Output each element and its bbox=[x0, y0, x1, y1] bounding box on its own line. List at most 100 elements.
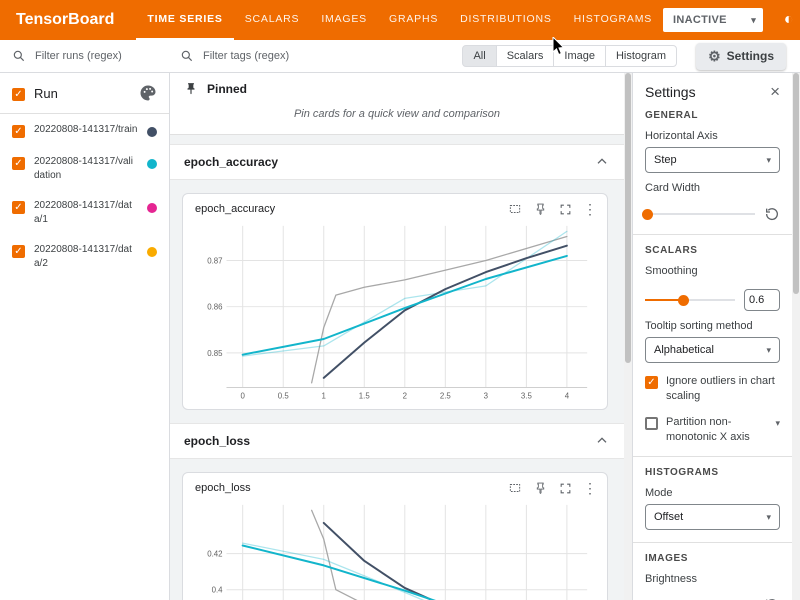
panel-scrollbar-thumb[interactable] bbox=[793, 73, 799, 294]
runs-header-label: Run bbox=[34, 86, 130, 101]
svg-text:0: 0 bbox=[241, 391, 246, 400]
main-scrollbar[interactable] bbox=[624, 73, 632, 600]
run-color-dot bbox=[147, 203, 157, 213]
svg-text:0.85: 0.85 bbox=[207, 349, 223, 358]
slider-thumb[interactable] bbox=[642, 209, 653, 220]
cards-main-area: Pinned Pin cards for a quick view and co… bbox=[170, 73, 632, 600]
filter-tags-input[interactable] bbox=[201, 49, 455, 63]
histogram-mode-select[interactable]: Offset ▾ bbox=[645, 504, 780, 530]
chip-image[interactable]: Image bbox=[553, 45, 606, 67]
chip-scalars[interactable]: Scalars bbox=[496, 45, 555, 67]
search-icon bbox=[12, 49, 26, 63]
fullscreen-icon[interactable] bbox=[558, 202, 572, 216]
pin-card-icon[interactable] bbox=[533, 202, 547, 216]
select-all-runs-checkbox[interactable]: ✓ bbox=[12, 88, 25, 101]
tab-time-series[interactable]: TIME SERIES bbox=[136, 0, 233, 40]
card-width-label: Card Width bbox=[645, 182, 780, 194]
run-label: 20220808-141317/data/2 bbox=[34, 243, 138, 270]
slider-thumb[interactable] bbox=[678, 295, 689, 306]
ignore-outliers-label: Ignore outliers in chart scaling bbox=[666, 374, 780, 404]
epoch-accuracy-chart[interactable]: 00.511.522.533.540.850.860.87 bbox=[191, 218, 599, 405]
reload-status-dropdown[interactable]: INACTIVE ▾ bbox=[663, 8, 763, 32]
partition-x-axis-checkbox[interactable] bbox=[645, 417, 658, 430]
filter-tags-box: All Scalars Image Histogram ⚙ Settings bbox=[170, 43, 800, 70]
fullscreen-icon[interactable] bbox=[558, 481, 572, 495]
more-options-icon[interactable]: ⋮ bbox=[583, 481, 597, 495]
run-label: 20220808-141317/validation bbox=[34, 155, 138, 182]
more-options-icon[interactable]: ⋮ bbox=[583, 202, 597, 216]
filter-runs-input[interactable] bbox=[33, 49, 158, 63]
smoothing-slider[interactable] bbox=[645, 294, 735, 306]
epoch-loss-chart[interactable]: 00.511.522.533.540.360.380.40.42 bbox=[191, 497, 599, 600]
reload-status-value: INACTIVE bbox=[673, 14, 727, 26]
filter-toolbar: All Scalars Image Histogram ⚙ Settings bbox=[0, 40, 800, 73]
chip-histogram[interactable]: Histogram bbox=[605, 45, 677, 67]
partition-x-axis-label: Partition non-monotonic X axis bbox=[666, 415, 767, 445]
tensorboard-app: TensorBoard TIME SERIES SCALARS IMAGES G… bbox=[0, 0, 800, 600]
run-checkbox[interactable]: ✓ bbox=[12, 201, 25, 214]
reset-icon[interactable] bbox=[764, 206, 780, 222]
run-color-dot bbox=[147, 127, 157, 137]
dark-mode-toggle-icon[interactable]: ◐ bbox=[775, 7, 800, 34]
svg-text:0.42: 0.42 bbox=[207, 550, 222, 559]
runs-sidebar: ✓ Run ✓ 20220808-141317/train ✓ 20220808… bbox=[0, 73, 170, 600]
svg-text:2: 2 bbox=[403, 391, 407, 400]
tooltip-sorting-value: Alphabetical bbox=[654, 344, 714, 356]
tab-histograms[interactable]: HISTOGRAMS bbox=[563, 0, 663, 40]
partition-x-axis-row[interactable]: Partition non-monotonic X axis ▾ bbox=[645, 415, 780, 445]
fit-to-domain-icon[interactable] bbox=[508, 202, 522, 216]
settings-button[interactable]: ⚙ Settings bbox=[696, 43, 786, 70]
ignore-outliers-row[interactable]: ✓ Ignore outliers in chart scaling bbox=[645, 374, 780, 404]
panel-scrollbar[interactable] bbox=[792, 73, 800, 600]
run-row-train[interactable]: ✓ 20220808-141317/train bbox=[0, 114, 169, 146]
tab-images[interactable]: IMAGES bbox=[310, 0, 378, 40]
svg-text:4: 4 bbox=[565, 391, 570, 400]
svg-text:3.5: 3.5 bbox=[521, 391, 533, 400]
pinned-section: Pinned Pin cards for a quick view and co… bbox=[170, 73, 624, 135]
svg-text:0.87: 0.87 bbox=[207, 256, 222, 265]
tab-distributions[interactable]: DISTRIBUTIONS bbox=[449, 0, 563, 40]
tooltip-sorting-select[interactable]: Alphabetical ▾ bbox=[645, 337, 780, 363]
collapse-icon[interactable] bbox=[594, 154, 610, 170]
run-row-data-1[interactable]: ✓ 20220808-141317/data/1 bbox=[0, 190, 169, 234]
svg-text:3: 3 bbox=[484, 391, 489, 400]
histogram-mode-value: Offset bbox=[654, 511, 683, 523]
palette-icon[interactable] bbox=[139, 84, 157, 102]
chevron-down-icon: ▾ bbox=[775, 417, 780, 429]
section-header-epoch-loss[interactable]: epoch_loss bbox=[170, 423, 624, 459]
chevron-down-icon: ▾ bbox=[766, 512, 771, 523]
run-row-data-2[interactable]: ✓ 20220808-141317/data/2 bbox=[0, 234, 169, 278]
smoothing-value-input[interactable] bbox=[744, 289, 780, 311]
settings-panel: Settings × GENERAL Horizontal Axis Step … bbox=[632, 73, 800, 600]
card-width-slider[interactable] bbox=[645, 208, 755, 220]
collapse-icon[interactable] bbox=[594, 433, 610, 449]
svg-text:0.86: 0.86 bbox=[207, 303, 223, 312]
run-label: 20220808-141317/train bbox=[34, 123, 138, 137]
settings-panel-title: Settings bbox=[645, 84, 696, 100]
pinned-title: Pinned bbox=[207, 82, 247, 96]
app-title: TensorBoard bbox=[16, 11, 114, 29]
run-color-dot bbox=[147, 159, 157, 169]
chip-all[interactable]: All bbox=[462, 45, 496, 67]
ignore-outliers-checkbox[interactable]: ✓ bbox=[645, 376, 658, 389]
section-header-epoch-accuracy[interactable]: epoch_accuracy bbox=[170, 144, 624, 180]
horizontal-axis-select[interactable]: Step ▾ bbox=[645, 147, 780, 173]
card-title: epoch_loss bbox=[195, 482, 251, 494]
run-checkbox[interactable]: ✓ bbox=[12, 245, 25, 258]
tab-scalars[interactable]: SCALARS bbox=[234, 0, 311, 40]
run-checkbox[interactable]: ✓ bbox=[12, 125, 25, 138]
svg-text:2.5: 2.5 bbox=[440, 391, 452, 400]
main-scrollbar-thumb[interactable] bbox=[625, 73, 631, 363]
tab-graphs[interactable]: GRAPHS bbox=[378, 0, 449, 40]
svg-text:1: 1 bbox=[322, 391, 326, 400]
run-checkbox[interactable]: ✓ bbox=[12, 157, 25, 170]
run-row-validation[interactable]: ✓ 20220808-141317/validation bbox=[0, 146, 169, 190]
gear-icon: ⚙ bbox=[708, 48, 721, 65]
chevron-down-icon: ▾ bbox=[766, 155, 771, 166]
chevron-down-icon: ▾ bbox=[766, 345, 771, 356]
close-icon[interactable]: × bbox=[770, 83, 780, 100]
fit-to-domain-icon[interactable] bbox=[508, 481, 522, 495]
pin-card-icon[interactable] bbox=[533, 481, 547, 495]
runs-header-row: ✓ Run bbox=[0, 73, 169, 114]
chevron-down-icon: ▾ bbox=[751, 15, 756, 26]
